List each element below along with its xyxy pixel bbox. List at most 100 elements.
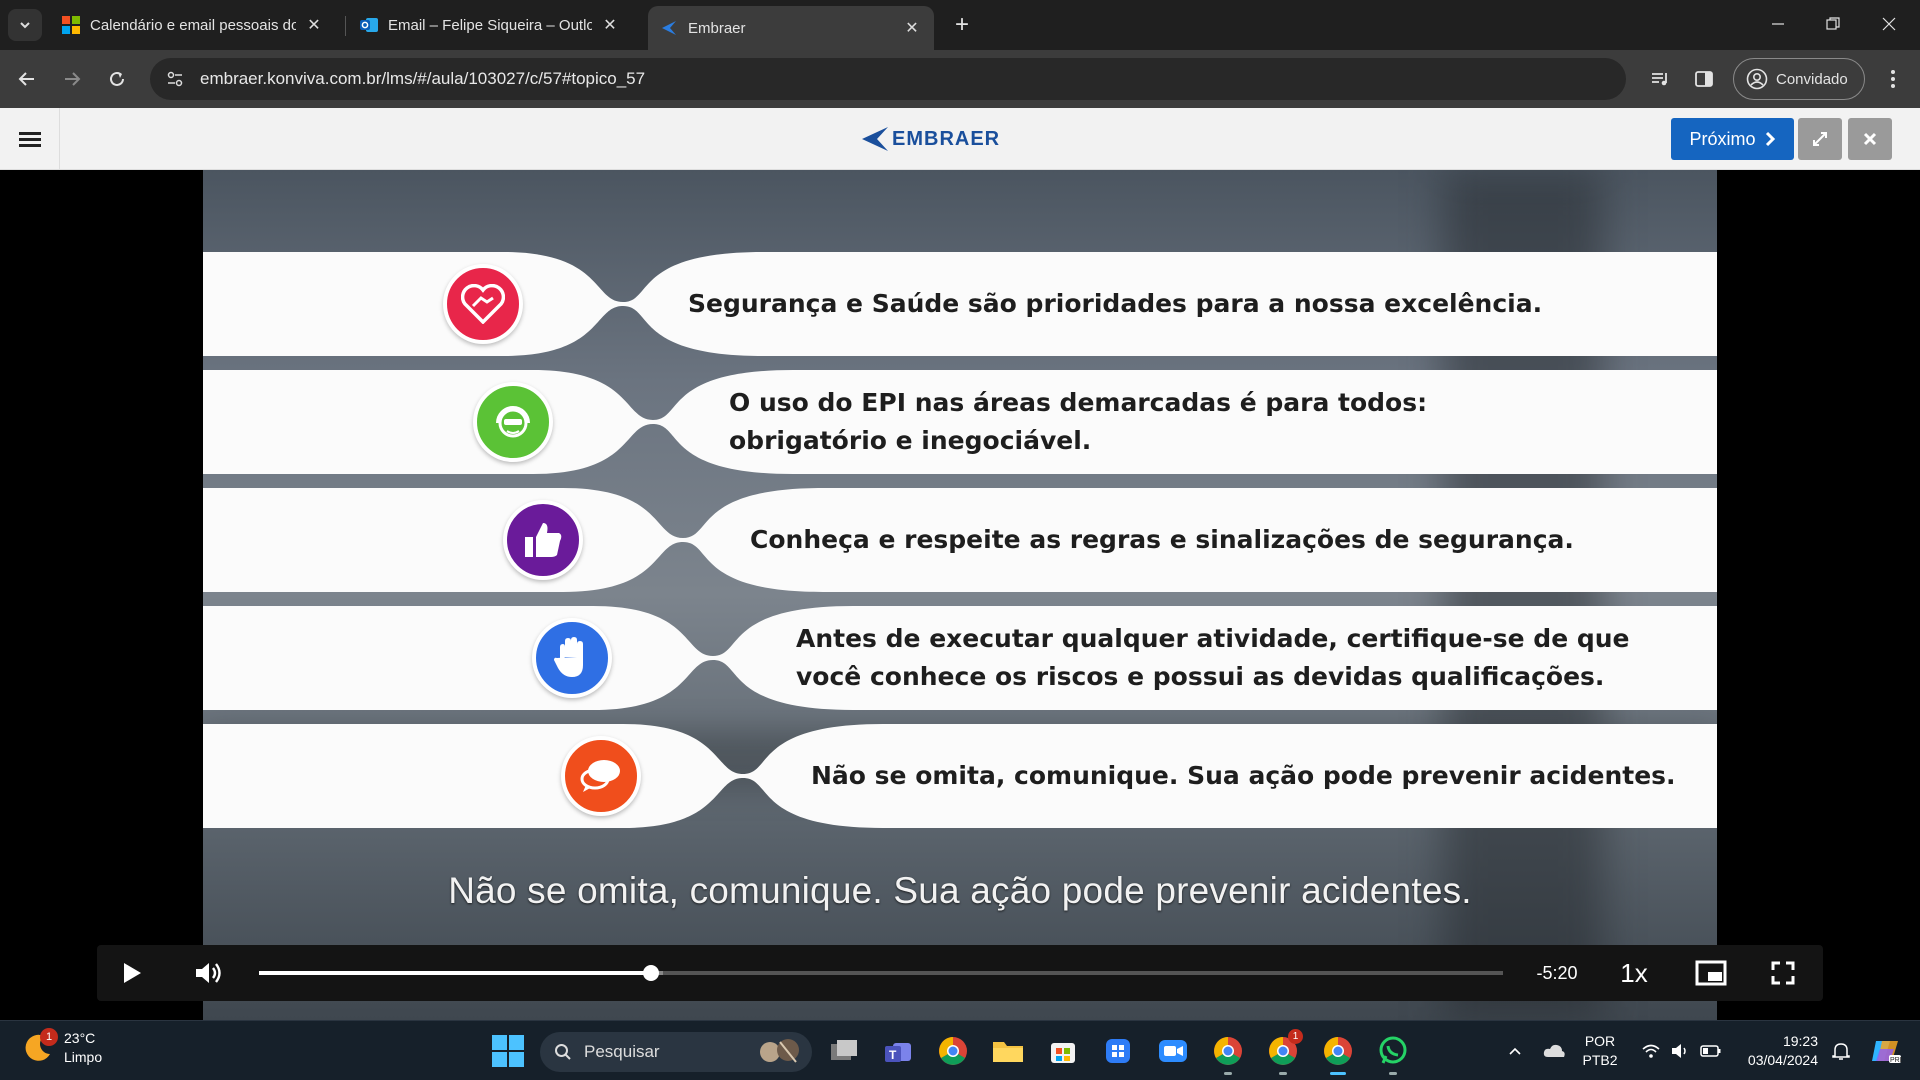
store-icon bbox=[1051, 1043, 1075, 1063]
picture-in-picture-icon bbox=[1695, 960, 1727, 986]
hamburger-icon bbox=[18, 129, 41, 150]
more-vertical-icon bbox=[1891, 70, 1895, 88]
text-line: Não se omita, comunique. Sua ação pode p… bbox=[811, 761, 1676, 790]
safety-item-text: Não se omita, comunique. Sua ação pode p… bbox=[811, 724, 1676, 828]
copilot-button[interactable]: PRE bbox=[1866, 1021, 1906, 1080]
search-icon bbox=[555, 1044, 571, 1060]
taskbar-search[interactable]: Pesquisar bbox=[540, 1032, 812, 1072]
embraer-logo-icon bbox=[662, 21, 676, 35]
fullscreen-icon bbox=[1771, 961, 1795, 985]
running-indicator bbox=[1330, 1072, 1346, 1075]
taskbar-app-file-explorer[interactable] bbox=[990, 1033, 1026, 1069]
tab-outlook[interactable]: Email – Felipe Siqueira – Outloo ✕ bbox=[348, 8, 632, 42]
clock[interactable]: 19:23 03/04/2024 bbox=[1730, 1021, 1818, 1080]
quick-settings-button[interactable] bbox=[1636, 1021, 1728, 1080]
text-line: Conheça e respeite as regras e sinalizaç… bbox=[750, 525, 1574, 554]
close-icon[interactable]: ✕ bbox=[304, 15, 324, 35]
taskbar-app-teams[interactable]: T bbox=[880, 1033, 916, 1069]
play-icon bbox=[124, 963, 141, 983]
new-tab-button[interactable]: + bbox=[948, 10, 976, 40]
taskbar-app-zoom[interactable] bbox=[1155, 1033, 1191, 1069]
chevron-right-icon bbox=[1765, 131, 1775, 147]
media-queue-icon bbox=[1652, 73, 1667, 86]
weather-condition: Limpo bbox=[64, 1049, 103, 1065]
taskbar-app-widgets[interactable] bbox=[1100, 1033, 1136, 1069]
clock-date: 03/04/2024 bbox=[1747, 1052, 1818, 1068]
teams-icon: T bbox=[885, 1043, 911, 1062]
notifications-button[interactable] bbox=[1826, 1021, 1856, 1080]
taskbar-app-task-view[interactable] bbox=[826, 1033, 862, 1069]
safety-item-1: Segurança e Saúde são prioridades para a… bbox=[203, 252, 1717, 356]
address-bar[interactable]: embraer.konviva.com.br/lms/#/aula/103027… bbox=[150, 58, 1626, 100]
chevron-down-icon bbox=[20, 22, 30, 29]
browser-menu-button[interactable] bbox=[1878, 63, 1908, 95]
tab-search-button[interactable] bbox=[8, 9, 42, 41]
weather-temp: 23°C bbox=[64, 1030, 96, 1046]
taskbar-app-whatsapp[interactable] bbox=[1375, 1033, 1411, 1075]
search-placeholder: Pesquisar bbox=[584, 1042, 660, 1061]
taskbar-app-chrome-2[interactable] bbox=[1210, 1033, 1246, 1075]
close-window-button[interactable] bbox=[1866, 6, 1912, 42]
forward-button[interactable] bbox=[56, 63, 88, 95]
safety-item-text: Antes de executar qualquer atividade, ce… bbox=[796, 606, 1630, 710]
progress-thumb[interactable] bbox=[642, 965, 659, 981]
restore-icon bbox=[1826, 17, 1840, 30]
keyboard-layout: PTB2 bbox=[1582, 1052, 1618, 1068]
taskbar-app-store[interactable] bbox=[1045, 1033, 1081, 1069]
menu-button[interactable] bbox=[0, 108, 60, 170]
text-line: Segurança e Saúde são prioridades para a… bbox=[688, 289, 1543, 318]
side-panel-icon bbox=[1695, 71, 1713, 87]
windows-logo-icon bbox=[492, 1052, 507, 1067]
tab-title: Embraer bbox=[688, 19, 746, 37]
whatsapp-icon bbox=[1379, 1036, 1407, 1064]
safety-item-2: O uso do EPI nas áreas demarcadas é para… bbox=[203, 370, 1717, 474]
close-icon[interactable]: ✕ bbox=[600, 15, 620, 35]
profile-button[interactable]: Convidado bbox=[1733, 58, 1865, 100]
minimize-button[interactable] bbox=[1755, 6, 1801, 42]
video-frame[interactable]: Segurança e Saúde são prioridades para a… bbox=[203, 170, 1717, 1020]
outlook-logo-icon bbox=[360, 18, 378, 32]
weather-widget[interactable]: 1 23°C Limpo bbox=[22, 1028, 103, 1067]
picture-in-picture-button[interactable] bbox=[1689, 945, 1733, 1001]
zoom-icon bbox=[1159, 1040, 1187, 1062]
language-indicator[interactable]: POR PTB2 bbox=[1576, 1021, 1624, 1080]
embraer-arrow-icon bbox=[862, 127, 888, 151]
site-settings-icon[interactable] bbox=[162, 66, 188, 92]
tab-embraer[interactable]: Embraer ✕ bbox=[648, 6, 934, 50]
onedrive-button[interactable] bbox=[1538, 1021, 1570, 1080]
media-controls-button[interactable] bbox=[1644, 63, 1676, 95]
running-indicator bbox=[1389, 1072, 1397, 1075]
close-icon[interactable]: ✕ bbox=[902, 18, 922, 38]
taskbar-app-chrome-active[interactable] bbox=[1320, 1033, 1356, 1075]
lms-header: EMBRAER Próximo bbox=[0, 108, 1920, 170]
taskbar-app-chrome-3[interactable]: 1 bbox=[1265, 1029, 1303, 1075]
expand-icon bbox=[1813, 132, 1827, 146]
playback-speed-button[interactable]: 1x bbox=[1609, 945, 1659, 1001]
close-icon bbox=[1863, 132, 1877, 146]
start-button[interactable] bbox=[492, 1035, 524, 1067]
taskbar-app-chrome[interactable] bbox=[935, 1033, 971, 1069]
clock-time: 19:23 bbox=[1782, 1033, 1818, 1049]
windows-logo-icon bbox=[509, 1035, 524, 1050]
tab-title: Email – Felipe Siqueira – Outloo bbox=[388, 16, 592, 34]
close-course-button[interactable] bbox=[1848, 118, 1892, 160]
svg-text:T: T bbox=[889, 1048, 897, 1062]
restore-button[interactable] bbox=[1810, 6, 1856, 42]
play-button[interactable] bbox=[111, 945, 153, 1001]
tab-separator bbox=[345, 16, 346, 36]
microsoft-logo-icon bbox=[62, 16, 80, 34]
thumbs-up-icon bbox=[503, 500, 583, 580]
progress-bar[interactable] bbox=[259, 965, 1503, 981]
reload-button[interactable] bbox=[101, 63, 133, 95]
next-button[interactable]: Próximo bbox=[1671, 118, 1794, 160]
tab-calendar[interactable]: Calendário e email pessoais do ✕ bbox=[50, 8, 336, 42]
show-hidden-icons-button[interactable] bbox=[1502, 1021, 1528, 1080]
side-panel-button[interactable] bbox=[1688, 63, 1720, 95]
expand-button[interactable] bbox=[1798, 118, 1842, 160]
language-code: POR bbox=[1584, 1033, 1616, 1049]
next-label: Próximo bbox=[1689, 128, 1756, 149]
fullscreen-button[interactable] bbox=[1761, 945, 1805, 1001]
volume-button[interactable] bbox=[187, 945, 229, 1001]
browser-tabstrip: Calendário e email pessoais do ✕ Email –… bbox=[0, 0, 1920, 50]
back-button[interactable] bbox=[11, 63, 43, 95]
